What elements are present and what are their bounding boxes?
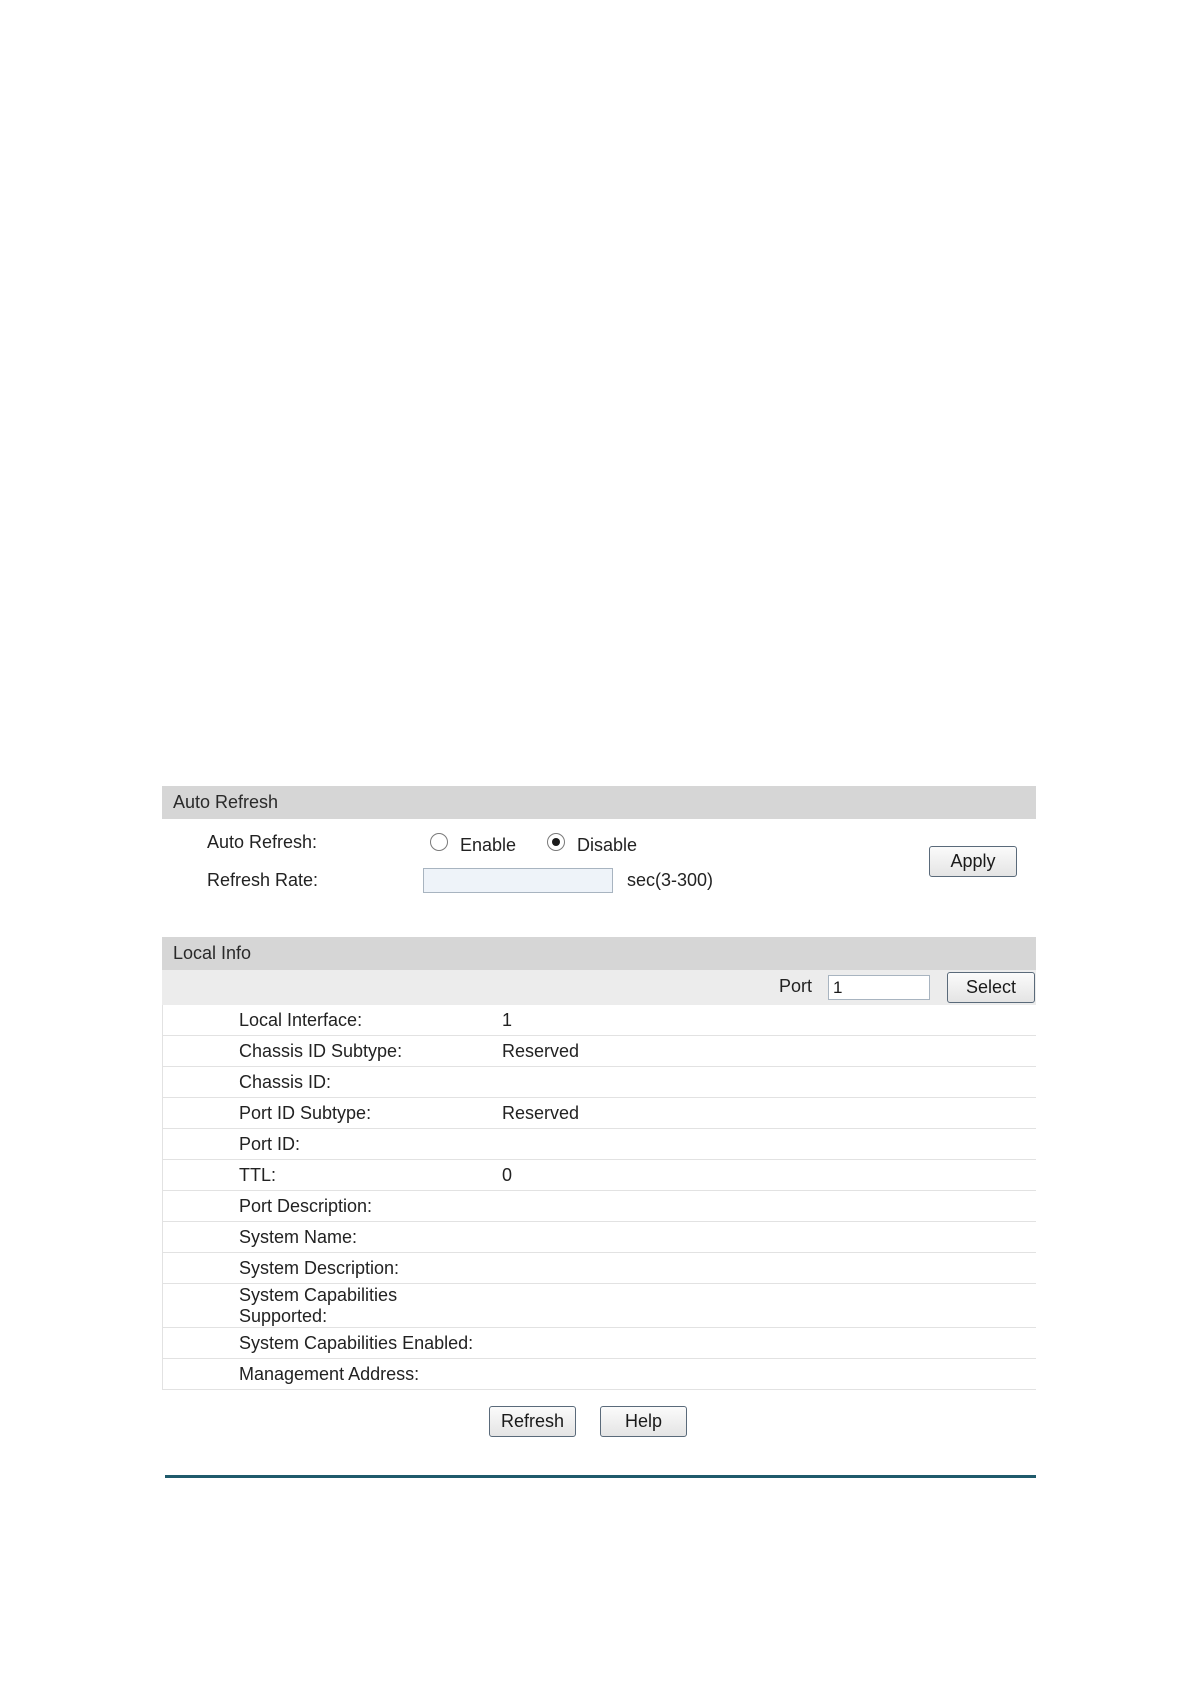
refresh-rate-label: Refresh Rate:	[207, 870, 319, 890]
auto-refresh-header: Auto Refresh	[162, 786, 1036, 819]
row-label: Chassis ID Subtype:	[239, 1041, 403, 1061]
auto-refresh-panel: Auto Refresh Auto Refresh: Enable Disabl…	[162, 786, 1036, 906]
row-label: Port Description:	[239, 1196, 373, 1216]
port-selector-bar: Port Select	[162, 970, 1036, 1005]
row-label: System Capabilities Enabled:	[239, 1333, 474, 1353]
select-button[interactable]: Select	[947, 972, 1035, 1003]
row-label: Local Interface:	[239, 1010, 363, 1030]
row-label: Chassis ID:	[239, 1072, 332, 1092]
refresh-button[interactable]: Refresh	[489, 1406, 576, 1437]
disable-label[interactable]: Disable	[577, 835, 637, 856]
row-value: Reserved	[502, 1041, 580, 1061]
table-row: System Capabilities Enabled:	[163, 1328, 1036, 1359]
refresh-rate-input[interactable]	[423, 868, 613, 893]
enable-radio[interactable]	[430, 833, 448, 851]
refresh-rate-unit: sec(3-300)	[627, 870, 714, 890]
table-row: Chassis ID Subtype: Reserved	[163, 1036, 1036, 1067]
row-label: System Description:	[239, 1258, 400, 1278]
row-value: Reserved	[502, 1103, 580, 1123]
row-value: 1	[502, 1010, 513, 1030]
port-label: Port	[779, 976, 813, 996]
local-info-header: Local Info	[162, 937, 1036, 970]
disable-radio[interactable]	[547, 833, 565, 851]
help-button[interactable]: Help	[600, 1406, 687, 1437]
table-row: System Description:	[163, 1253, 1036, 1284]
bottom-divider	[165, 1475, 1036, 1478]
table-row: System Name:	[163, 1222, 1036, 1253]
apply-button[interactable]: Apply	[929, 846, 1017, 877]
row-label: System Capabilities Supported:	[239, 1285, 398, 1326]
port-input[interactable]	[828, 975, 930, 1000]
table-row: Management Address:	[163, 1359, 1036, 1390]
row-value: 0	[502, 1165, 513, 1185]
enable-label[interactable]: Enable	[460, 835, 516, 856]
table-row: Port ID:	[163, 1129, 1036, 1160]
table-row: Port Description:	[163, 1191, 1036, 1222]
row-label: TTL:	[239, 1165, 277, 1185]
local-info-panel: Local Info Port Select Local Interface: …	[162, 937, 1036, 1447]
table-row: Chassis ID:	[163, 1067, 1036, 1098]
table-row: Local Interface: 1	[163, 1005, 1036, 1036]
local-info-table: Local Interface: 1 Chassis ID Subtype: R…	[162, 1005, 1036, 1390]
row-label: System Name:	[239, 1227, 358, 1247]
table-row: System Capabilities Supported:	[163, 1284, 1036, 1328]
row-label: Port ID Subtype:	[239, 1103, 372, 1123]
auto-refresh-label: Auto Refresh:	[207, 832, 318, 852]
row-label: Management Address:	[239, 1364, 420, 1384]
table-row: TTL: 0	[163, 1160, 1036, 1191]
row-label: Port ID:	[239, 1134, 301, 1154]
table-row: Port ID Subtype: Reserved	[163, 1098, 1036, 1129]
